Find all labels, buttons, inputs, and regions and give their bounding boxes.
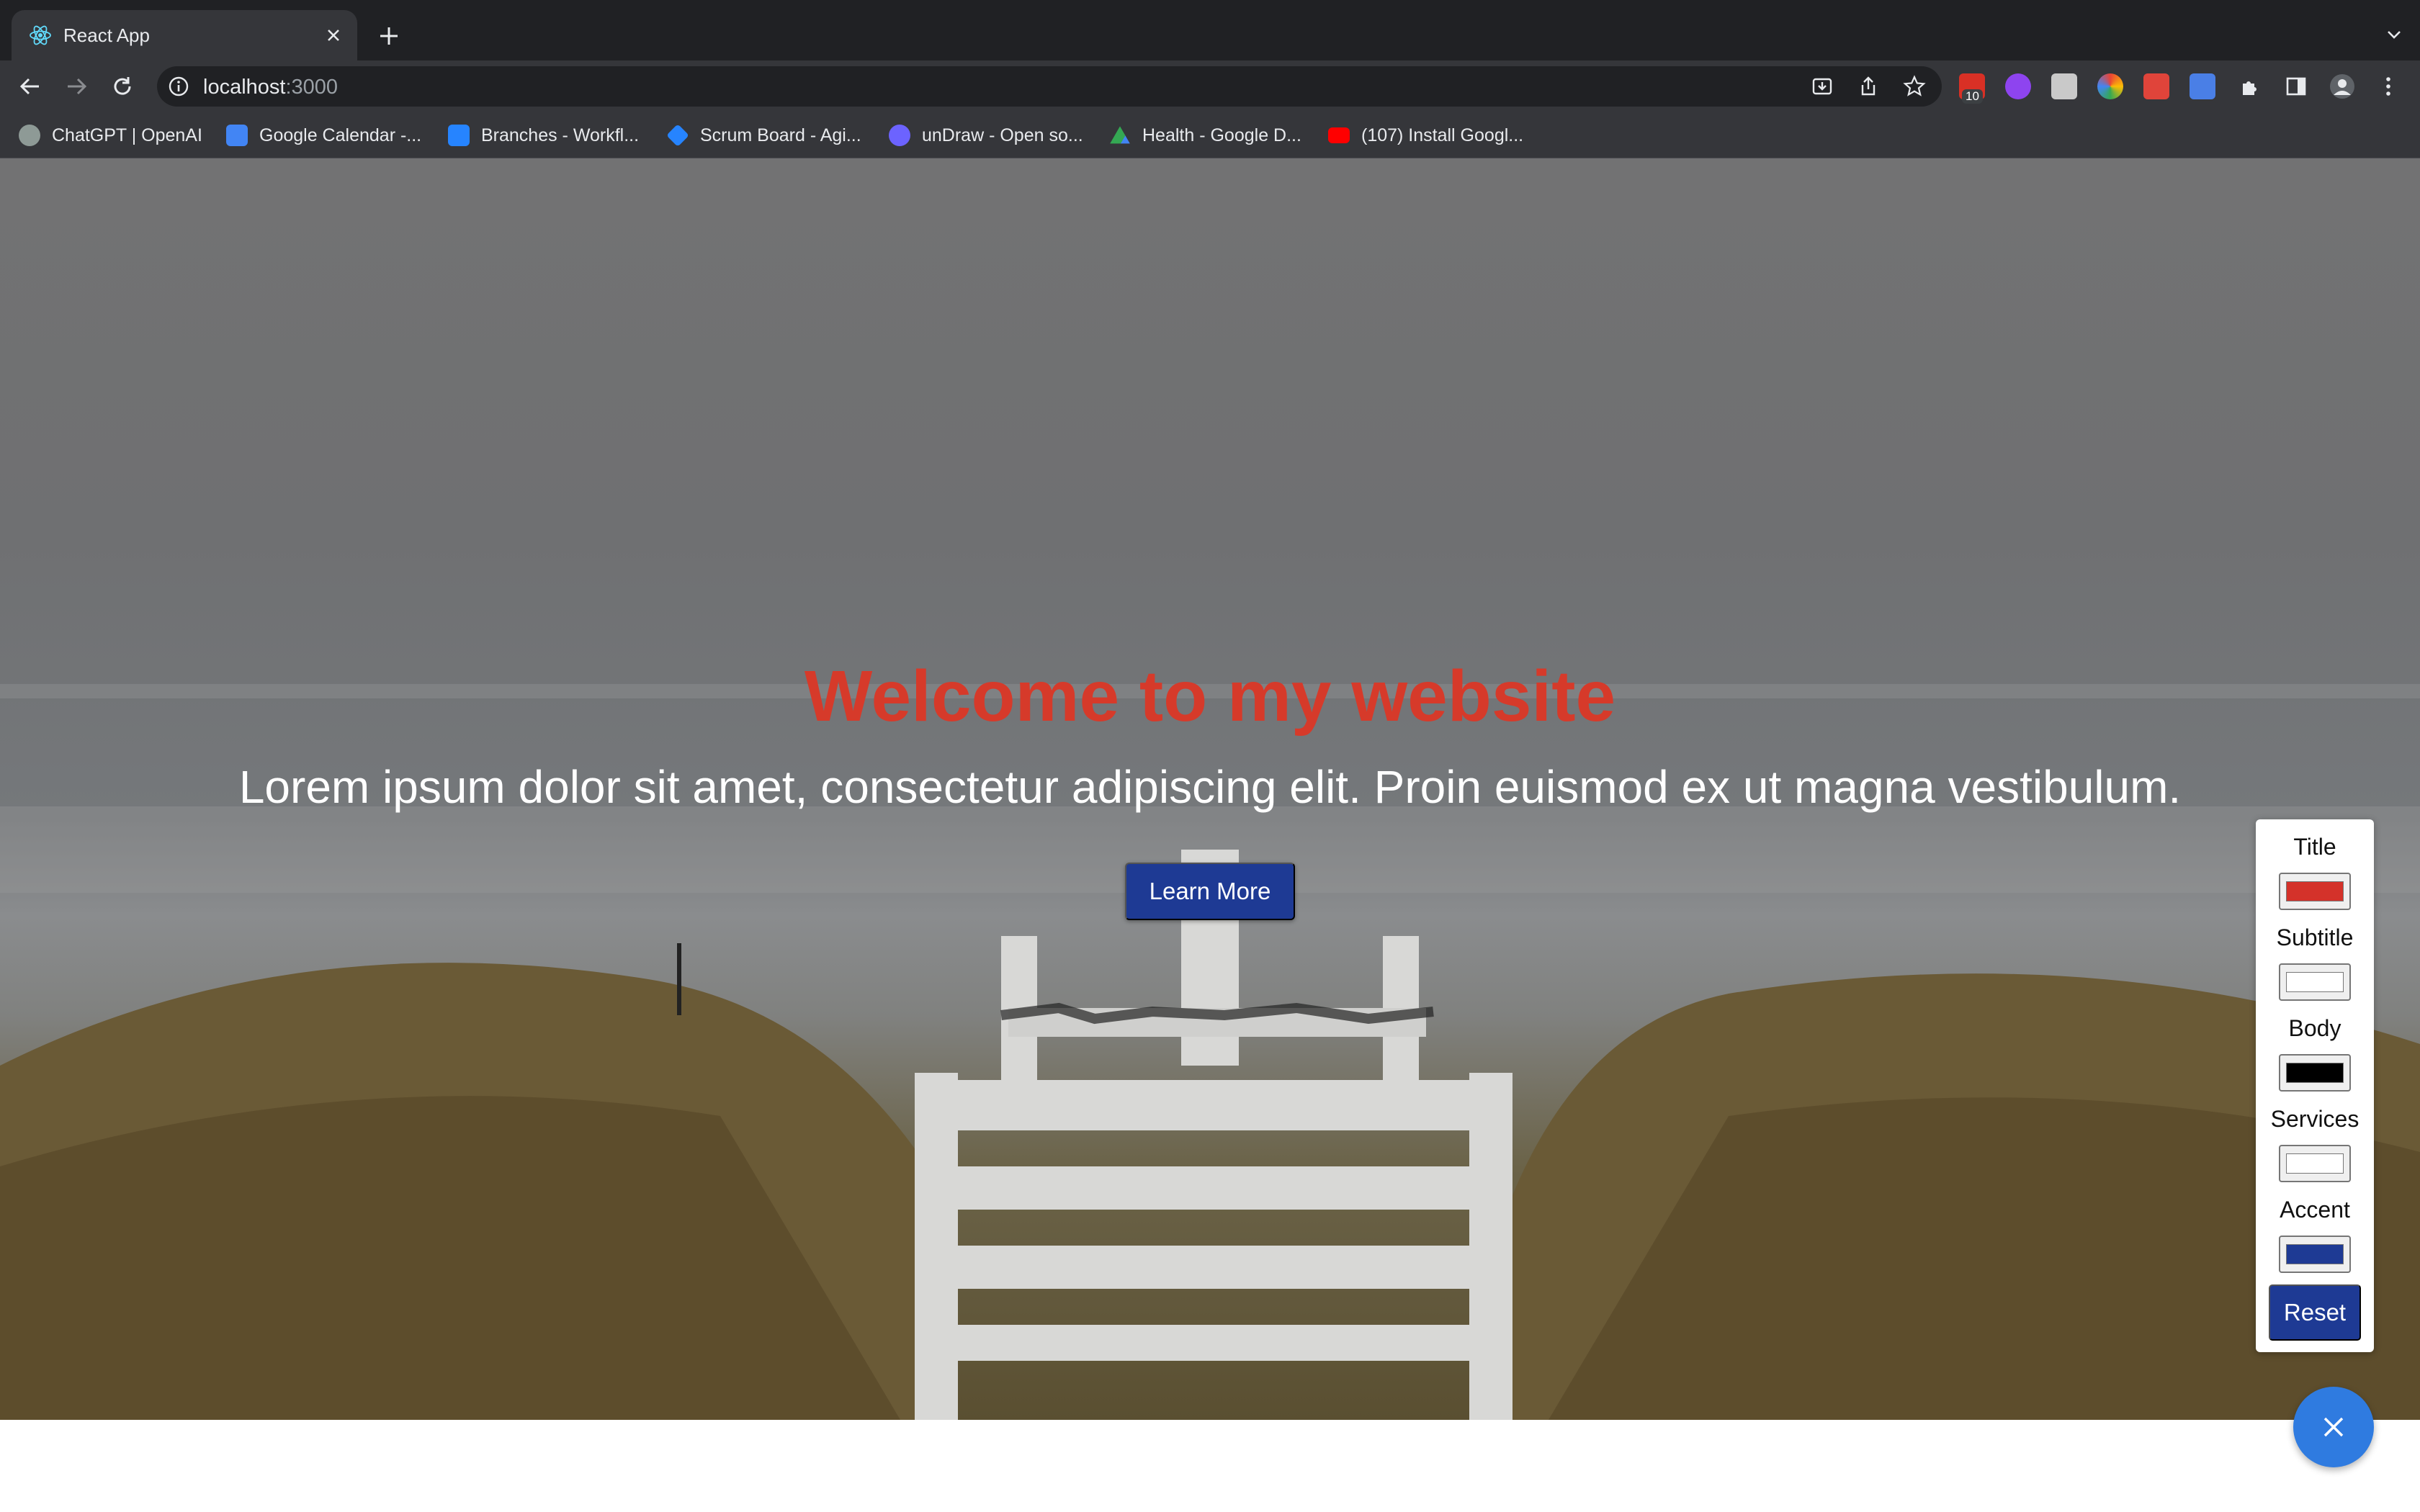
accent-color-label: Accent (2280, 1197, 2350, 1223)
subtitle-color-label: Subtitle (2276, 924, 2354, 950)
body-color-picker[interactable] (2279, 1054, 2351, 1092)
hero-section: Welcome to my website Lorem ipsum dolor … (0, 158, 2420, 1420)
bitbucket-icon (448, 125, 470, 146)
title-color-picker[interactable] (2279, 873, 2351, 910)
accent-color-swatch (2286, 1244, 2344, 1264)
bookmark-label: Google Calendar -... (259, 125, 422, 145)
hero-title: Welcome to my website (804, 656, 1616, 737)
extension-red-icon[interactable] (2143, 73, 2169, 99)
back-arrow-icon[interactable] (13, 69, 48, 104)
browser-toolbar: localhost:3000 10 (0, 60, 2420, 112)
bookmark-label: Health - Google D... (1142, 125, 1301, 145)
tab-title: React App (63, 24, 150, 46)
extension-gray-icon[interactable] (2051, 73, 2077, 99)
extensions-puzzle-icon[interactable] (2233, 69, 2267, 104)
extension-purple-icon[interactable] (2005, 73, 2031, 99)
color-settings-panel: Title Subtitle Body Services Accent Rese… (2256, 819, 2374, 1352)
bookmark-star-icon[interactable] (1900, 72, 1929, 101)
toggle-panel-button[interactable] (2293, 1387, 2374, 1467)
bookmark-item[interactable]: Branches - Workfl... (448, 122, 639, 148)
openai-icon (19, 125, 40, 146)
browser-tab-strip: React App (0, 0, 2420, 60)
bookmark-label: (107) Install Googl... (1361, 125, 1524, 145)
site-info-icon[interactable] (167, 75, 190, 98)
reload-icon[interactable] (105, 69, 140, 104)
extension-badge: 10 (1962, 89, 1983, 104)
browser-tab[interactable]: React App (12, 10, 357, 60)
bookmark-label: Scrum Board - Agi... (700, 125, 861, 145)
services-color-swatch (2286, 1153, 2344, 1174)
services-color-picker[interactable] (2279, 1145, 2351, 1182)
calendar-icon (226, 125, 248, 146)
accent-color-picker[interactable] (2279, 1236, 2351, 1273)
side-panel-icon[interactable] (2279, 69, 2313, 104)
services-color-label: Services (2270, 1106, 2360, 1132)
profile-avatar-icon[interactable] (2325, 69, 2360, 104)
url-port: :3000 (285, 76, 339, 99)
bookmark-label: ChatGPT | OpenAI (52, 125, 202, 145)
react-logo-icon (30, 25, 51, 45)
jira-icon (666, 124, 689, 147)
title-color-label: Title (2293, 834, 2336, 860)
url-host: localhost (203, 76, 286, 99)
install-app-icon[interactable] (1808, 72, 1837, 101)
body-color-swatch (2286, 1063, 2344, 1083)
subtitle-color-swatch (2286, 972, 2344, 992)
browser-menu-icon[interactable] (2371, 69, 2406, 104)
learn-more-button[interactable]: Learn More (1125, 863, 1295, 920)
url-text: localhost:3000 (203, 76, 338, 99)
bookmark-label: Branches - Workfl... (481, 125, 640, 145)
youtube-icon (1328, 127, 1350, 143)
tab-search-chevron-icon[interactable] (2378, 19, 2410, 50)
hero-subtitle: Lorem ipsum dolor sit amet, consectetur … (238, 761, 2182, 813)
bookmark-item[interactable]: (107) Install Googl... (1328, 122, 1523, 148)
reset-button[interactable]: Reset (2269, 1284, 2361, 1341)
tab-close-icon[interactable] (320, 22, 347, 49)
bookmark-item[interactable]: Health - Google D... (1109, 122, 1301, 148)
bookmarks-bar: ChatGPT | OpenAI Google Calendar -... Br… (0, 112, 2420, 158)
address-bar[interactable]: localhost:3000 (157, 66, 1942, 107)
new-tab-plus-icon[interactable] (372, 19, 406, 53)
bookmark-label: unDraw - Open so... (922, 125, 1083, 145)
undraw-icon (889, 125, 910, 146)
bookmark-item[interactable]: ChatGPT | OpenAI (19, 122, 202, 148)
extension-color-wheel-icon[interactable] (2097, 73, 2123, 99)
body-color-label: Body (2288, 1015, 2341, 1041)
google-drive-icon (1110, 126, 1130, 144)
extension-translate-icon[interactable] (2190, 73, 2215, 99)
subtitle-color-picker[interactable] (2279, 963, 2351, 1001)
bookmark-item[interactable]: Scrum Board - Agi... (666, 122, 861, 148)
bookmark-item[interactable]: unDraw - Open so... (889, 122, 1083, 148)
share-icon[interactable] (1854, 72, 1883, 101)
title-color-swatch (2286, 881, 2344, 901)
bookmark-item[interactable]: Google Calendar -... (226, 122, 421, 148)
forward-arrow-icon[interactable] (59, 69, 94, 104)
close-icon (2323, 1417, 2344, 1437)
